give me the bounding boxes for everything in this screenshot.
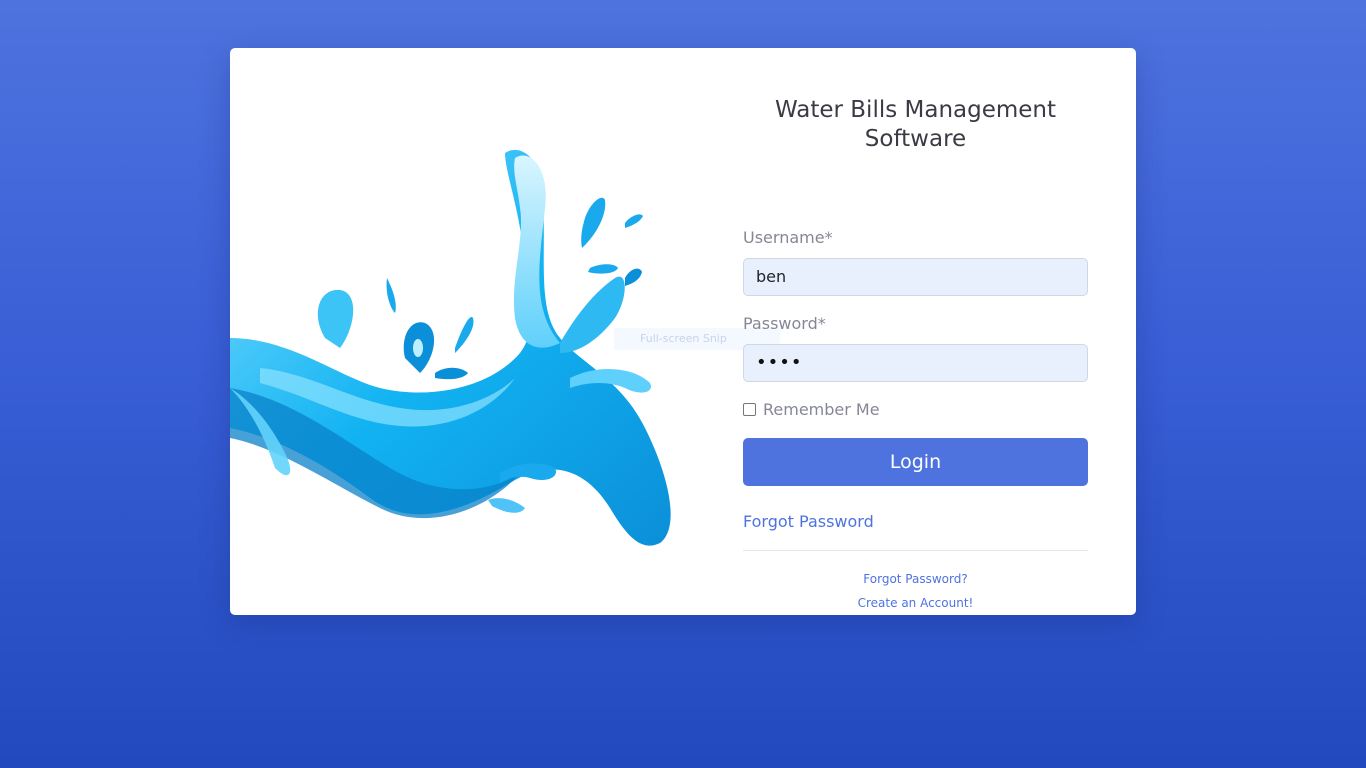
- forgot-password-link[interactable]: Forgot Password: [743, 512, 874, 531]
- password-label: Password*: [743, 314, 826, 333]
- remember-me-label[interactable]: Remember Me: [763, 400, 880, 419]
- username-value: ben: [756, 267, 787, 286]
- create-account-link[interactable]: Create an Account!: [743, 596, 1088, 610]
- login-card: Full-screen Snip Water Bills Management …: [230, 48, 1136, 615]
- remember-me-checkbox[interactable]: [743, 403, 756, 416]
- username-label: Username*: [743, 228, 833, 247]
- username-field[interactable]: ben: [743, 258, 1088, 296]
- password-masked-value: ••••: [756, 352, 803, 373]
- login-button[interactable]: Login: [743, 438, 1088, 486]
- login-form: Water Bills Management Software Username…: [743, 96, 1088, 610]
- page-title-line-1: Water Bills Management: [774, 97, 1057, 123]
- page-title-line-2: Software: [864, 126, 967, 152]
- page-title: Water Bills Management Software: [743, 96, 1088, 154]
- remember-me: Remember Me: [743, 400, 880, 419]
- forgot-password-small-link[interactable]: Forgot Password?: [743, 572, 1088, 586]
- divider: [743, 550, 1088, 551]
- password-field[interactable]: ••••: [743, 344, 1088, 382]
